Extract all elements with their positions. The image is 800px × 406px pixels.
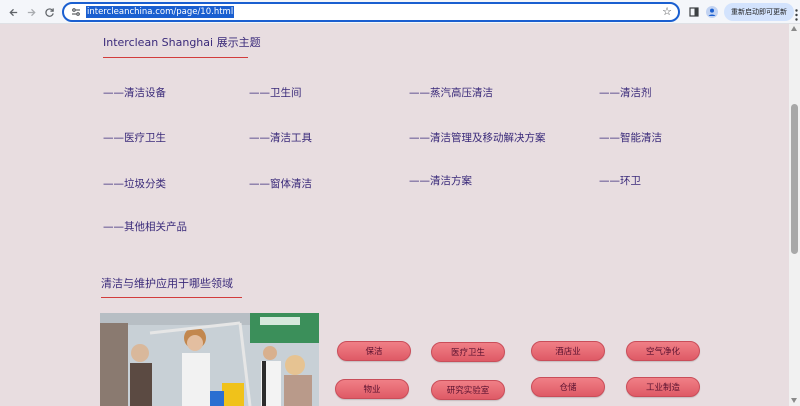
field-pill-button[interactable]: 保洁 — [337, 341, 411, 361]
field-pill-button[interactable]: 工业制造 — [626, 377, 700, 397]
topic-link[interactable]: ——智能清洁 — [599, 130, 662, 145]
topic-link[interactable]: ——清洁管理及移动解决方案 — [409, 130, 546, 145]
address-bar[interactable]: intercleanchina.com/page/10.html ☆ — [62, 2, 680, 22]
topic-link[interactable]: ——清洁设备 — [103, 85, 166, 100]
topic-link[interactable]: ——卫生间 — [249, 85, 302, 100]
topic-link[interactable]: ——垃圾分类 — [103, 176, 166, 191]
page-scrollbar[interactable] — [789, 24, 800, 406]
topic-link[interactable]: ——医疗卫生 — [103, 130, 166, 145]
section-title-topics: Interclean Shanghai 展示主题 — [103, 36, 261, 49]
field-pill-button[interactable]: 物业 — [335, 379, 409, 399]
profile-avatar-icon[interactable] — [704, 4, 720, 20]
side-panel-icon[interactable] — [686, 4, 702, 20]
field-pill-button[interactable]: 空气净化 — [626, 341, 700, 361]
topic-link[interactable]: ——窗体清洁 — [249, 176, 312, 191]
field-pill-button[interactable]: 医疗卫生 — [431, 342, 505, 362]
topic-link[interactable]: ——清洁方案 — [409, 173, 472, 188]
field-pill-button[interactable]: 酒店业 — [531, 341, 605, 361]
forward-icon[interactable] — [22, 3, 40, 21]
topic-link[interactable]: ——清洁工具 — [249, 130, 312, 145]
restart-update-button[interactable]: 重新启动即可更新 — [724, 3, 794, 21]
topic-link[interactable]: ——清洁剂 — [599, 85, 652, 100]
field-pill-button[interactable]: 仓储 — [531, 377, 605, 397]
field-pill-button[interactable]: 研究实验室 — [431, 380, 505, 400]
bookmark-star-icon[interactable]: ☆ — [662, 5, 672, 18]
reload-icon[interactable] — [40, 3, 58, 21]
section-title-fields: 清洁与维护应用于哪些领域 — [101, 277, 233, 290]
section-title-underline — [103, 57, 248, 58]
scroll-thumb[interactable] — [791, 104, 798, 254]
scroll-up-arrow-icon[interactable] — [791, 26, 797, 31]
topic-link[interactable]: ——环卫 — [599, 173, 641, 188]
topic-link[interactable]: ——其他相关产品 — [103, 219, 187, 234]
section-title-underline — [101, 297, 242, 298]
scroll-down-arrow-icon[interactable] — [791, 398, 797, 403]
topic-link[interactable]: ——蒸汽高压清洁 — [409, 85, 493, 100]
menu-kebab-icon[interactable] — [795, 6, 798, 25]
back-icon[interactable] — [4, 3, 22, 21]
browser-toolbar: intercleanchina.com/page/10.html ☆ 重新启动即… — [0, 0, 800, 24]
url-text[interactable]: intercleanchina.com/page/10.html — [86, 6, 235, 18]
site-info-icon[interactable] — [69, 5, 83, 19]
exhibition-photo — [100, 313, 319, 406]
